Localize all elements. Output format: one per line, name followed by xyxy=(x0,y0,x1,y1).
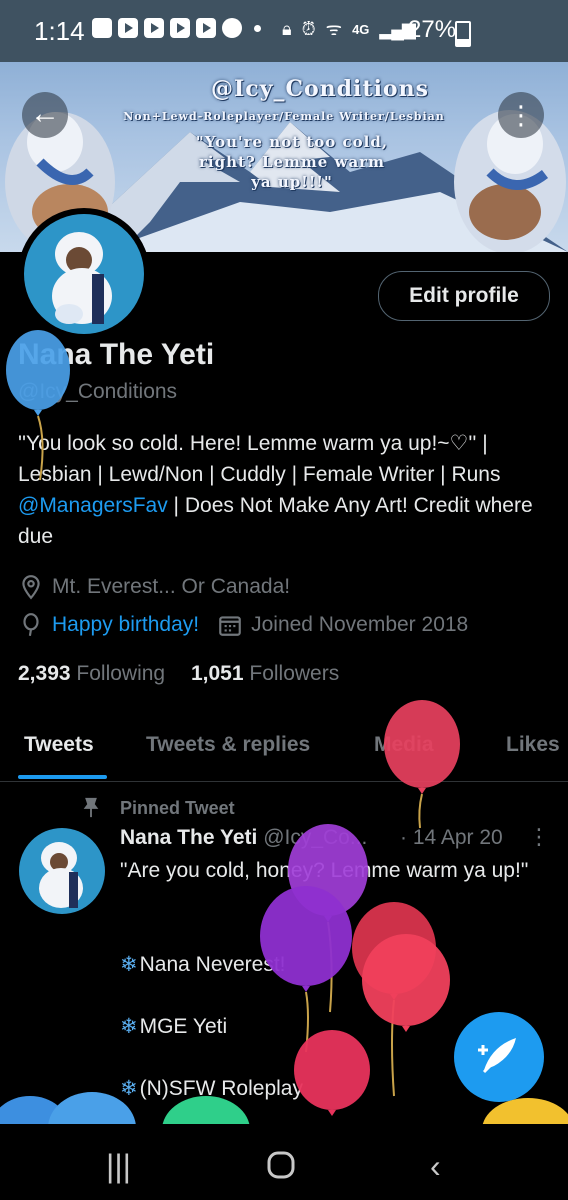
system-navigation-bar: ||| ‹ xyxy=(0,1124,568,1200)
banner-quote-line: ya up!!!" xyxy=(251,173,333,191)
tab-tweets-replies[interactable]: Tweets & replies xyxy=(146,733,310,757)
tweet-avatar[interactable] xyxy=(19,828,105,914)
profile-avatar[interactable] xyxy=(18,208,150,340)
wifi-icon: ᯤ xyxy=(325,19,343,39)
pin-icon xyxy=(83,797,99,818)
balloon-decoration xyxy=(6,330,70,481)
tweet-more-button[interactable]: ⋮ xyxy=(528,824,550,850)
youtube-notification-icon xyxy=(196,18,216,38)
profile-bio: ''You look so cold. Here! Lemme warm ya … xyxy=(18,428,548,552)
youtube-notification-icon xyxy=(170,18,190,38)
balloon-decoration xyxy=(260,886,352,1053)
battery-percent: 27% xyxy=(408,16,457,43)
snowflake-icon: ❄ xyxy=(120,953,138,976)
banner-quote-line: "You're not too cold, xyxy=(195,133,389,151)
alarm-icon: ⏰︎ xyxy=(301,18,316,39)
home-button[interactable] xyxy=(266,1150,296,1180)
banner-quote: "You're not too cold, right? Lemme warm … xyxy=(92,132,492,192)
message-notification-icon xyxy=(92,18,112,38)
following-link[interactable]: 2,393 Following xyxy=(18,662,165,685)
snowflake-icon: ❄ xyxy=(120,1015,138,1038)
notification-icons xyxy=(92,18,261,38)
lock-icon: 🔒︎ xyxy=(282,18,292,39)
compose-tweet-button[interactable] xyxy=(454,1012,544,1102)
system-icons: 🔒︎ ⏰︎ ᯤ 4G ▂▄▆ xyxy=(282,17,416,41)
bio-text: ''You look so cold. Here! Lemme warm ya … xyxy=(18,432,501,486)
more-notifications-icon xyxy=(254,25,261,32)
active-tab-indicator xyxy=(18,775,107,779)
battery-icon xyxy=(455,21,471,47)
youtube-notification-icon xyxy=(118,18,138,38)
followers-link[interactable]: 1,051 Followers xyxy=(191,662,339,685)
following-label: Following xyxy=(76,662,166,685)
tab-likes[interactable]: Likes xyxy=(506,733,560,757)
follow-stats: 2,393 Following 1,051 Followers xyxy=(18,662,339,686)
tab-tweets[interactable]: Tweets xyxy=(24,733,94,757)
location-row: Mt. Everest... Or Canada! xyxy=(18,574,290,600)
following-count: 2,393 xyxy=(18,662,71,685)
compose-feather-icon xyxy=(478,1038,516,1074)
location-pin-icon xyxy=(22,575,40,600)
back-button[interactable]: ← xyxy=(22,92,68,138)
tweet-line: ❄MGE Yeti xyxy=(120,1014,227,1039)
reddit-notification-icon xyxy=(222,18,242,38)
more-options-button[interactable]: ⋮ xyxy=(498,92,544,138)
location-text: Mt. Everest... Or Canada! xyxy=(52,575,291,598)
arrow-left-icon: ← xyxy=(30,97,60,130)
more-vertical-icon: ⋮ xyxy=(508,100,534,130)
balloon-decoration xyxy=(362,934,450,1032)
followers-count: 1,051 xyxy=(190,662,244,685)
birthday-text: Happy birthday! xyxy=(52,613,200,636)
tweet-author-name[interactable]: Nana The Yeti xyxy=(120,826,257,849)
profile-tabs: Tweets Tweets & replies Media Likes xyxy=(0,715,568,782)
network-type: 4G xyxy=(352,21,370,37)
banner-quote-line: right? Lemme warm xyxy=(199,153,385,171)
banner-handle: @Icy_Conditions xyxy=(211,76,429,102)
banner-subtitle: Non+Lewd-Roleplayer/Female Writer/Lesbia… xyxy=(123,110,445,123)
birthday-joined-row: Happy birthday! Joined November 2018 xyxy=(18,612,468,638)
tweet-line-text: MGE Yeti xyxy=(139,1015,228,1038)
edit-profile-button[interactable]: Edit profile xyxy=(378,271,550,321)
status-time: 1:14 xyxy=(34,16,85,46)
calendar-icon xyxy=(219,616,241,636)
recent-apps-button[interactable]: ||| xyxy=(106,1148,131,1185)
youtube-notification-icon xyxy=(144,18,164,38)
joined-text: Joined November 2018 xyxy=(251,613,469,636)
balloon-decoration xyxy=(384,700,460,829)
status-bar: 1:14 🔒︎ ⏰︎ ᯤ 4G ▂▄▆ 27% xyxy=(0,0,568,62)
avatar-image xyxy=(24,214,144,334)
balloon-icon xyxy=(23,613,39,637)
pinned-label: Pinned Tweet xyxy=(120,798,235,818)
followers-label: Followers xyxy=(249,662,340,685)
back-nav-button[interactable]: ‹ xyxy=(430,1148,441,1185)
more-vertical-icon: ⋮ xyxy=(528,824,550,849)
